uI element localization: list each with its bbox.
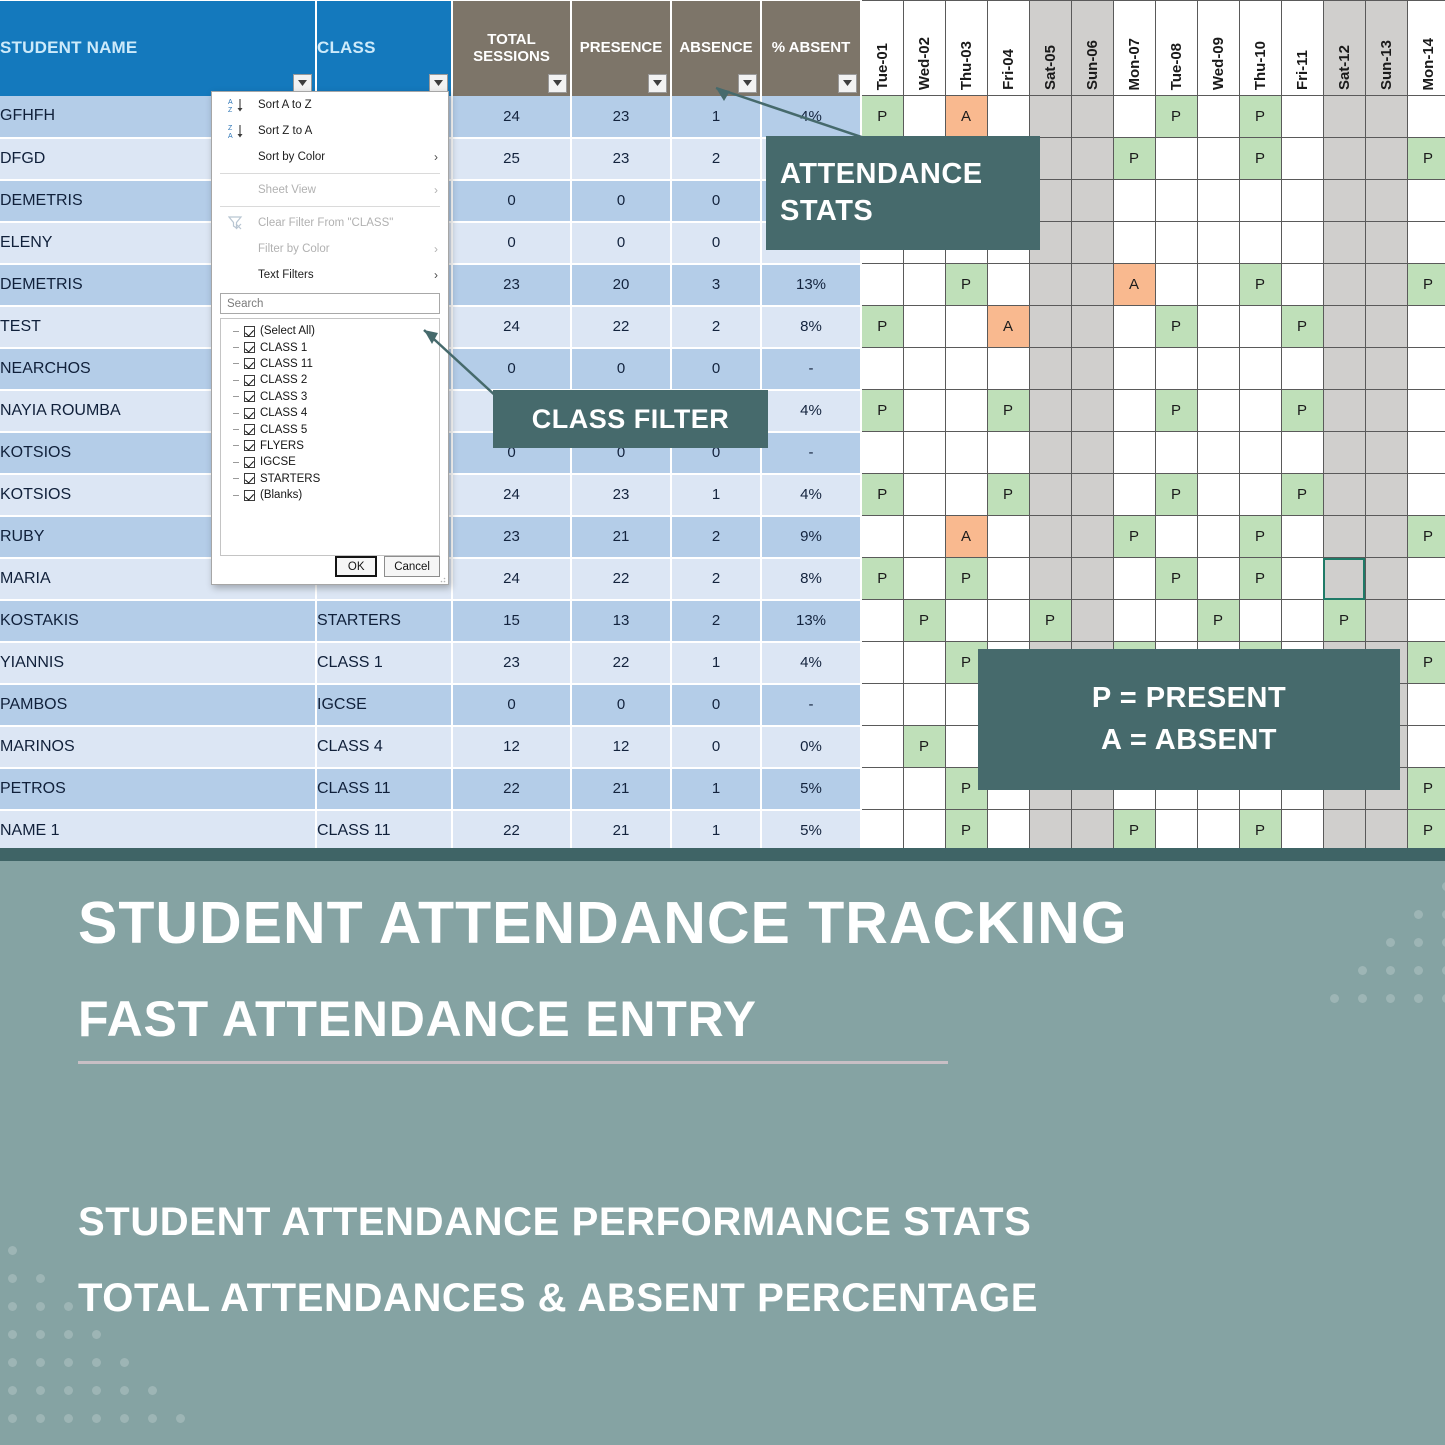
callout-class-filter: CLASS FILTER: [493, 390, 768, 448]
banner-top-strip: [0, 848, 1445, 861]
callout-legend: P = PRESENT A = ABSENT: [978, 649, 1400, 790]
callout-attendance-stats: ATTENDANCE STATS: [766, 136, 1040, 250]
banner-feature-line-2: TOTAL ATTENDANCES & ABSENT PERCENTAGE: [78, 1276, 1039, 1320]
banner-divider: [78, 1061, 948, 1064]
legend-present: P = PRESENT: [1091, 682, 1287, 715]
banner-subtitle: FAST ATTENDANCE ENTRY: [78, 991, 757, 1047]
promo-banner: STUDENT ATTENDANCE TRACKING FAST ATTENDA…: [0, 848, 1445, 1445]
callout-line-2: STATS: [780, 195, 874, 227]
banner-title: STUDENT ATTENDANCE TRACKING: [78, 890, 1128, 956]
callout-line-1: ATTENDANCE: [780, 157, 983, 190]
banner-feature-line-1: STUDENT ATTENDANCE PERFORMANCE STATS: [78, 1200, 1032, 1244]
attendance-tracker-screenshot: STUDENT NAME CLASS TOTAL SESSIONS PRESENCE AB…: [0, 0, 1445, 1445]
legend-absent: A = ABSENT: [1100, 723, 1278, 756]
callout-line-1: CLASS FILTER: [531, 403, 730, 434]
